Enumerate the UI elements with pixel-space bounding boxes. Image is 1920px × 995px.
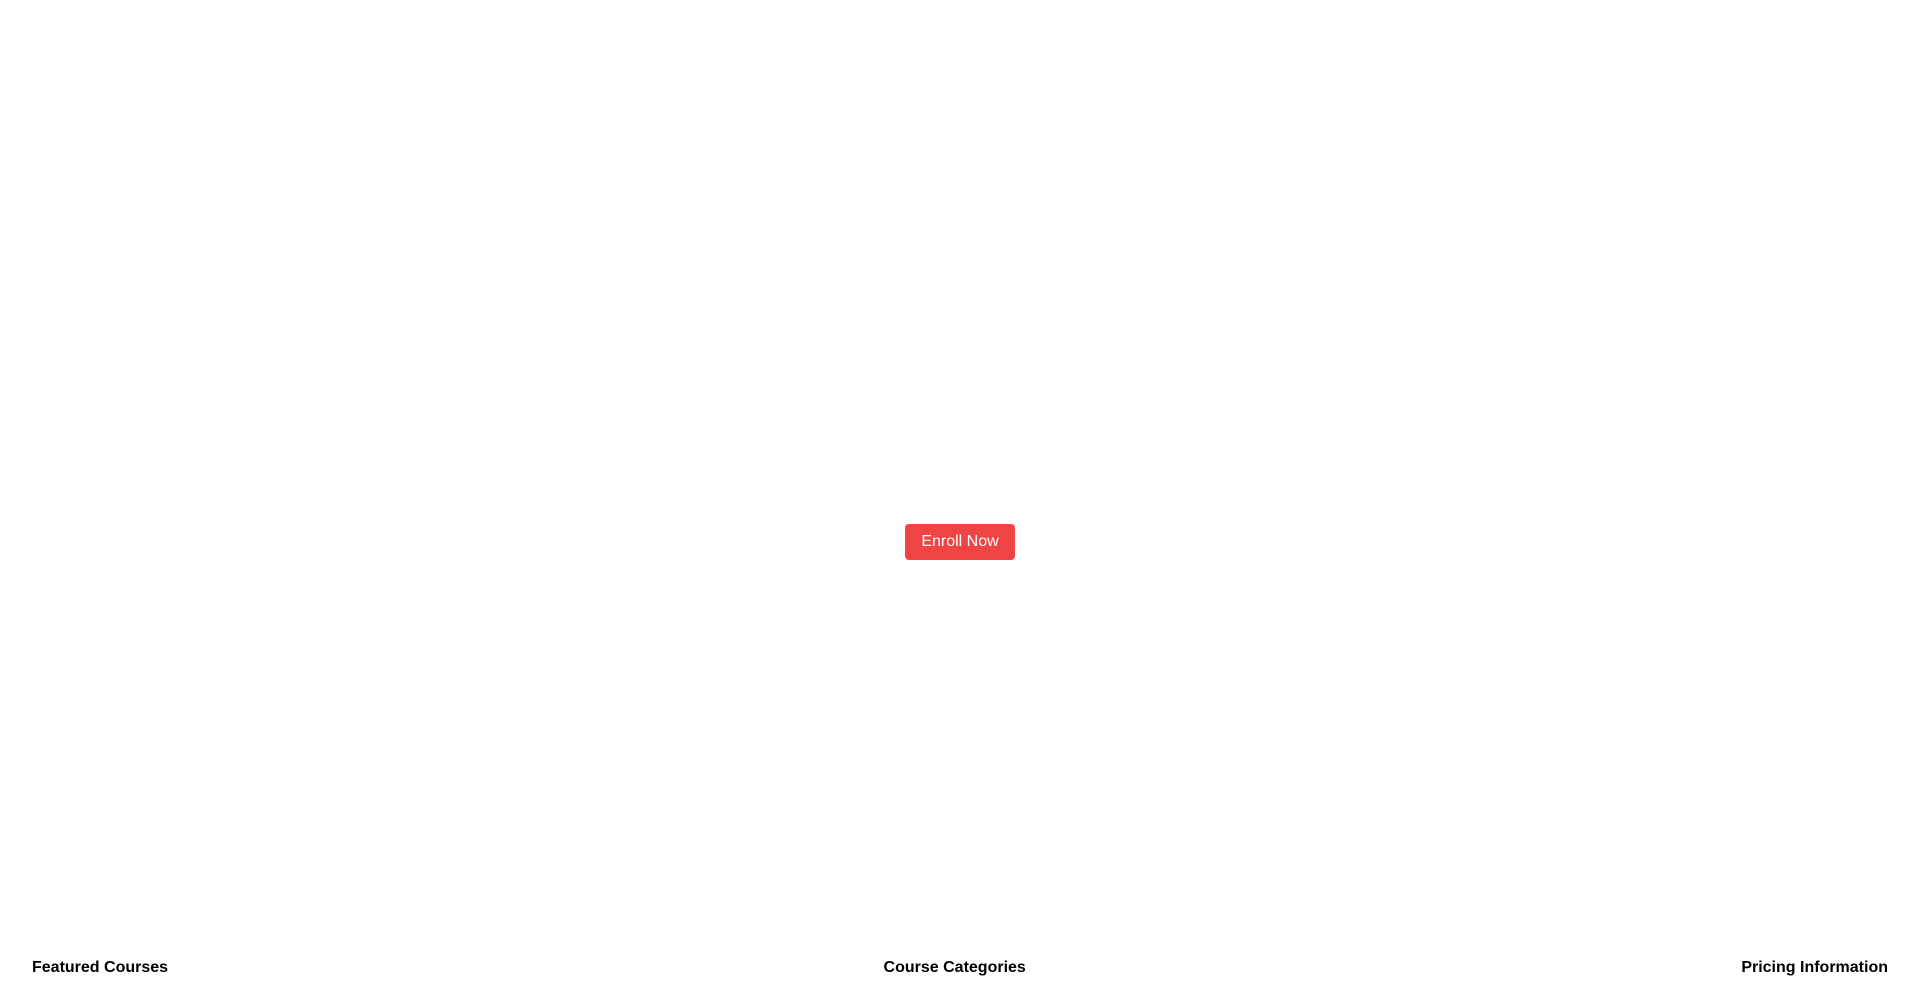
pricing-information-heading: Pricing Information	[1741, 959, 1888, 976]
enroll-now-button[interactable]: Enroll Now	[905, 524, 1015, 560]
footer-sections: Featured Courses Course Categories Prici…	[32, 957, 1888, 979]
hero-section	[0, 0, 1920, 940]
page: Enroll Now Featured Courses Course Categ…	[0, 0, 1920, 995]
featured-courses-heading: Featured Courses	[32, 959, 169, 976]
course-categories-heading: Course Categories	[883, 959, 1026, 976]
